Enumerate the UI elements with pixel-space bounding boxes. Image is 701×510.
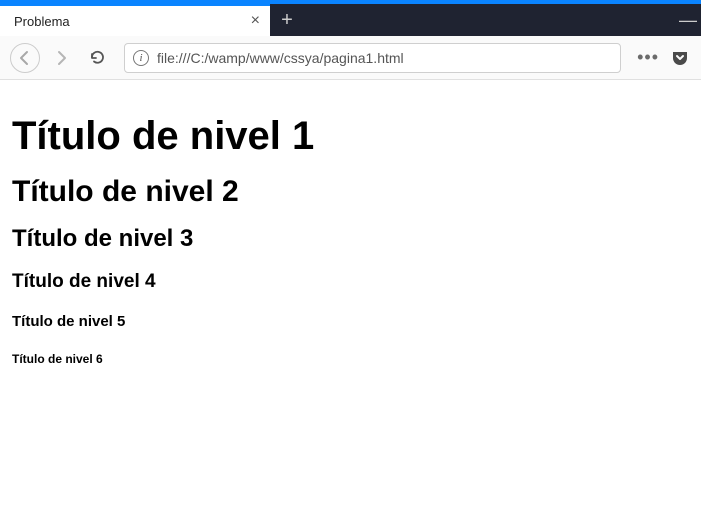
back-button[interactable] (10, 43, 40, 73)
forward-button[interactable] (46, 43, 76, 73)
heading-5: Título de nivel 5 (12, 313, 689, 330)
url-text: file:///C:/wamp/www/cssya/pagina1.html (157, 50, 612, 66)
heading-2: Título de nivel 2 (12, 175, 689, 209)
url-bar[interactable]: i file:///C:/wamp/www/cssya/pagina1.html (124, 43, 621, 73)
heading-4: Título de nivel 4 (12, 271, 689, 293)
pocket-button[interactable] (669, 47, 691, 69)
info-icon[interactable]: i (133, 50, 149, 66)
navbar: i file:///C:/wamp/www/cssya/pagina1.html… (0, 36, 701, 80)
window-controls: — (679, 4, 701, 36)
heading-1: Título de nivel 1 (12, 114, 689, 159)
arrow-left-icon (17, 50, 33, 66)
titlebar: Problema × + — (0, 4, 701, 36)
heading-6: Título de nivel 6 (12, 352, 689, 366)
tab-title: Problema (14, 14, 241, 29)
reload-button[interactable] (82, 43, 112, 73)
more-menu-button[interactable]: ••• (633, 47, 663, 68)
arrow-right-icon (53, 50, 69, 66)
pocket-icon (670, 48, 690, 68)
reload-icon (89, 49, 106, 66)
heading-3: Título de nivel 3 (12, 225, 689, 253)
browser-tab[interactable]: Problema × (0, 4, 270, 36)
close-tab-icon[interactable]: × (251, 13, 260, 29)
page-content: Título de nivel 1 Título de nivel 2 Títu… (0, 80, 701, 406)
new-tab-button[interactable]: + (270, 4, 304, 36)
